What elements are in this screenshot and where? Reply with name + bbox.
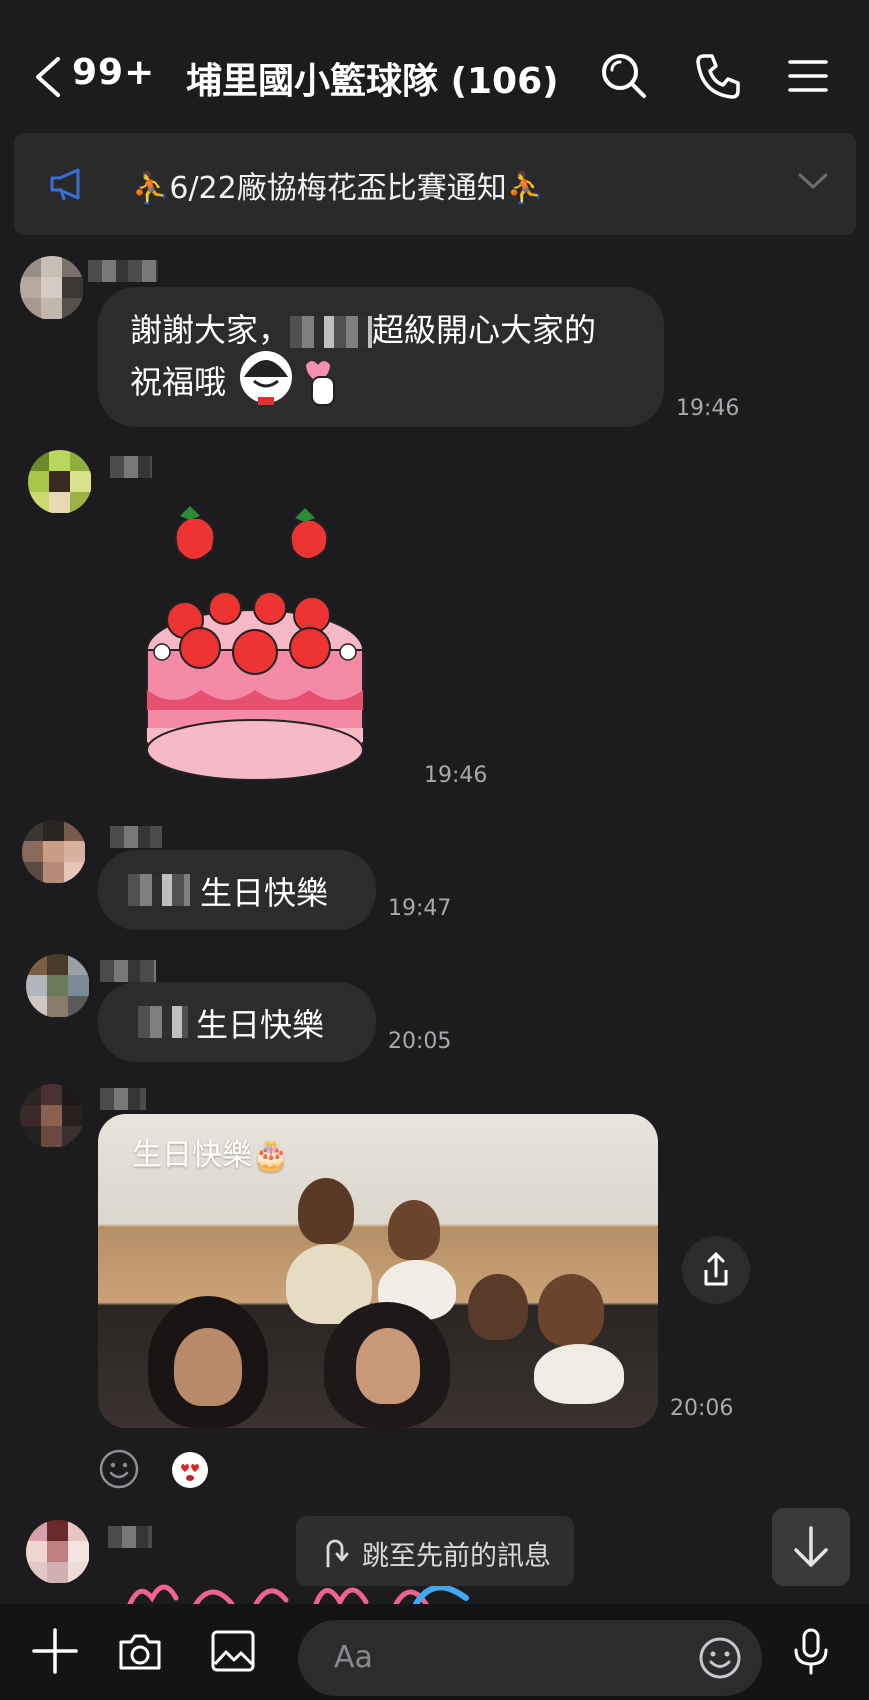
message-time: 19:46: [424, 763, 488, 788]
message-bubble[interactable]: 生日快樂: [98, 850, 376, 930]
input-placeholder: Aa: [334, 1640, 373, 1675]
birthday-cake-sticker[interactable]: [140, 490, 380, 790]
sender-name: [110, 456, 152, 478]
avatar[interactable]: [28, 450, 92, 514]
message-text: 超級開心大家的: [372, 311, 597, 349]
chevron-down-icon[interactable]: [796, 169, 830, 193]
chat-title[interactable]: 埔里國小籃球隊 (106): [186, 52, 559, 104]
image-icon[interactable]: [208, 1626, 258, 1676]
message-input[interactable]: Aa: [298, 1620, 762, 1696]
sender-name: [108, 1526, 152, 1548]
sender-name: [110, 826, 162, 848]
photo-person: [468, 1274, 528, 1340]
heart-eyes-reaction[interactable]: [172, 1452, 208, 1488]
photo-person: [388, 1200, 440, 1260]
composer-bar: Aa: [0, 1604, 869, 1700]
photo-person: [538, 1274, 604, 1346]
scroll-to-bottom-button[interactable]: [772, 1508, 850, 1586]
back-icon[interactable]: [30, 55, 70, 99]
smiley-icon[interactable]: [98, 1448, 140, 1490]
photo-person: [174, 1328, 242, 1406]
message-text: 生日快樂: [196, 1006, 325, 1044]
search-icon[interactable]: [598, 50, 650, 102]
jump-to-previous-button[interactable]: 跳至先前的訊息: [296, 1516, 574, 1586]
message-bubble[interactable]: 謝謝大家， 超級開心大家的 祝福哦: [98, 287, 664, 427]
jump-label: 跳至先前的訊息: [362, 1541, 551, 1572]
mic-icon[interactable]: [786, 1626, 836, 1676]
arrow-down-icon: [794, 1526, 828, 1567]
photo-caption: 生日快樂🎂: [132, 1138, 290, 1173]
photo-person: [534, 1344, 624, 1404]
message-text: 生日快樂: [200, 874, 329, 912]
avatar[interactable]: [20, 256, 84, 320]
message-text: 謝謝大家，: [130, 311, 291, 349]
photo-message[interactable]: 生日快樂🎂: [98, 1114, 658, 1428]
message-bubble[interactable]: 生日快樂: [98, 982, 376, 1062]
plus-icon[interactable]: [30, 1626, 80, 1676]
megaphone-icon: [50, 168, 80, 201]
emoji-icon[interactable]: [698, 1636, 742, 1680]
message-time: 19:46: [676, 396, 740, 421]
announcement-text: ⛹6/22廠協梅花盃比賽通知⛹: [132, 171, 545, 206]
avatar[interactable]: [26, 1520, 90, 1584]
censored-name: [290, 316, 373, 348]
message-time: 20:06: [670, 1396, 734, 1421]
censored-name: [138, 1006, 188, 1038]
menu-icon[interactable]: [782, 50, 834, 102]
censored-name: [128, 874, 190, 906]
avatar[interactable]: [22, 820, 86, 884]
strawberry-icon: [174, 506, 216, 561]
sender-name: [100, 960, 156, 982]
avatar[interactable]: [20, 1084, 84, 1148]
heart-eyes-icon: [181, 1464, 199, 1481]
phone-icon[interactable]: [692, 50, 744, 102]
avatar[interactable]: [26, 954, 90, 1018]
chat-header: 99+ 埔里國小籃球隊 (106): [0, 0, 869, 150]
message-time: 19:47: [388, 896, 452, 921]
sender-name: [88, 260, 158, 282]
announcement-banner[interactable]: ⛹6/22廠協梅花盃比賽通知⛹: [14, 133, 856, 235]
photo-person: [356, 1328, 420, 1404]
share-icon: [704, 1252, 728, 1286]
emoji-sticker-icon: [240, 351, 335, 406]
share-button[interactable]: [682, 1236, 750, 1304]
photo-person: [298, 1178, 354, 1244]
strawberry-icon: [289, 508, 329, 560]
message-time: 20:05: [388, 1029, 452, 1054]
sender-name: [100, 1088, 146, 1110]
unread-count[interactable]: 99+: [72, 52, 155, 93]
message-text: 祝福哦: [130, 363, 227, 401]
jump-icon: [326, 1539, 349, 1568]
camera-icon[interactable]: [115, 1626, 165, 1676]
